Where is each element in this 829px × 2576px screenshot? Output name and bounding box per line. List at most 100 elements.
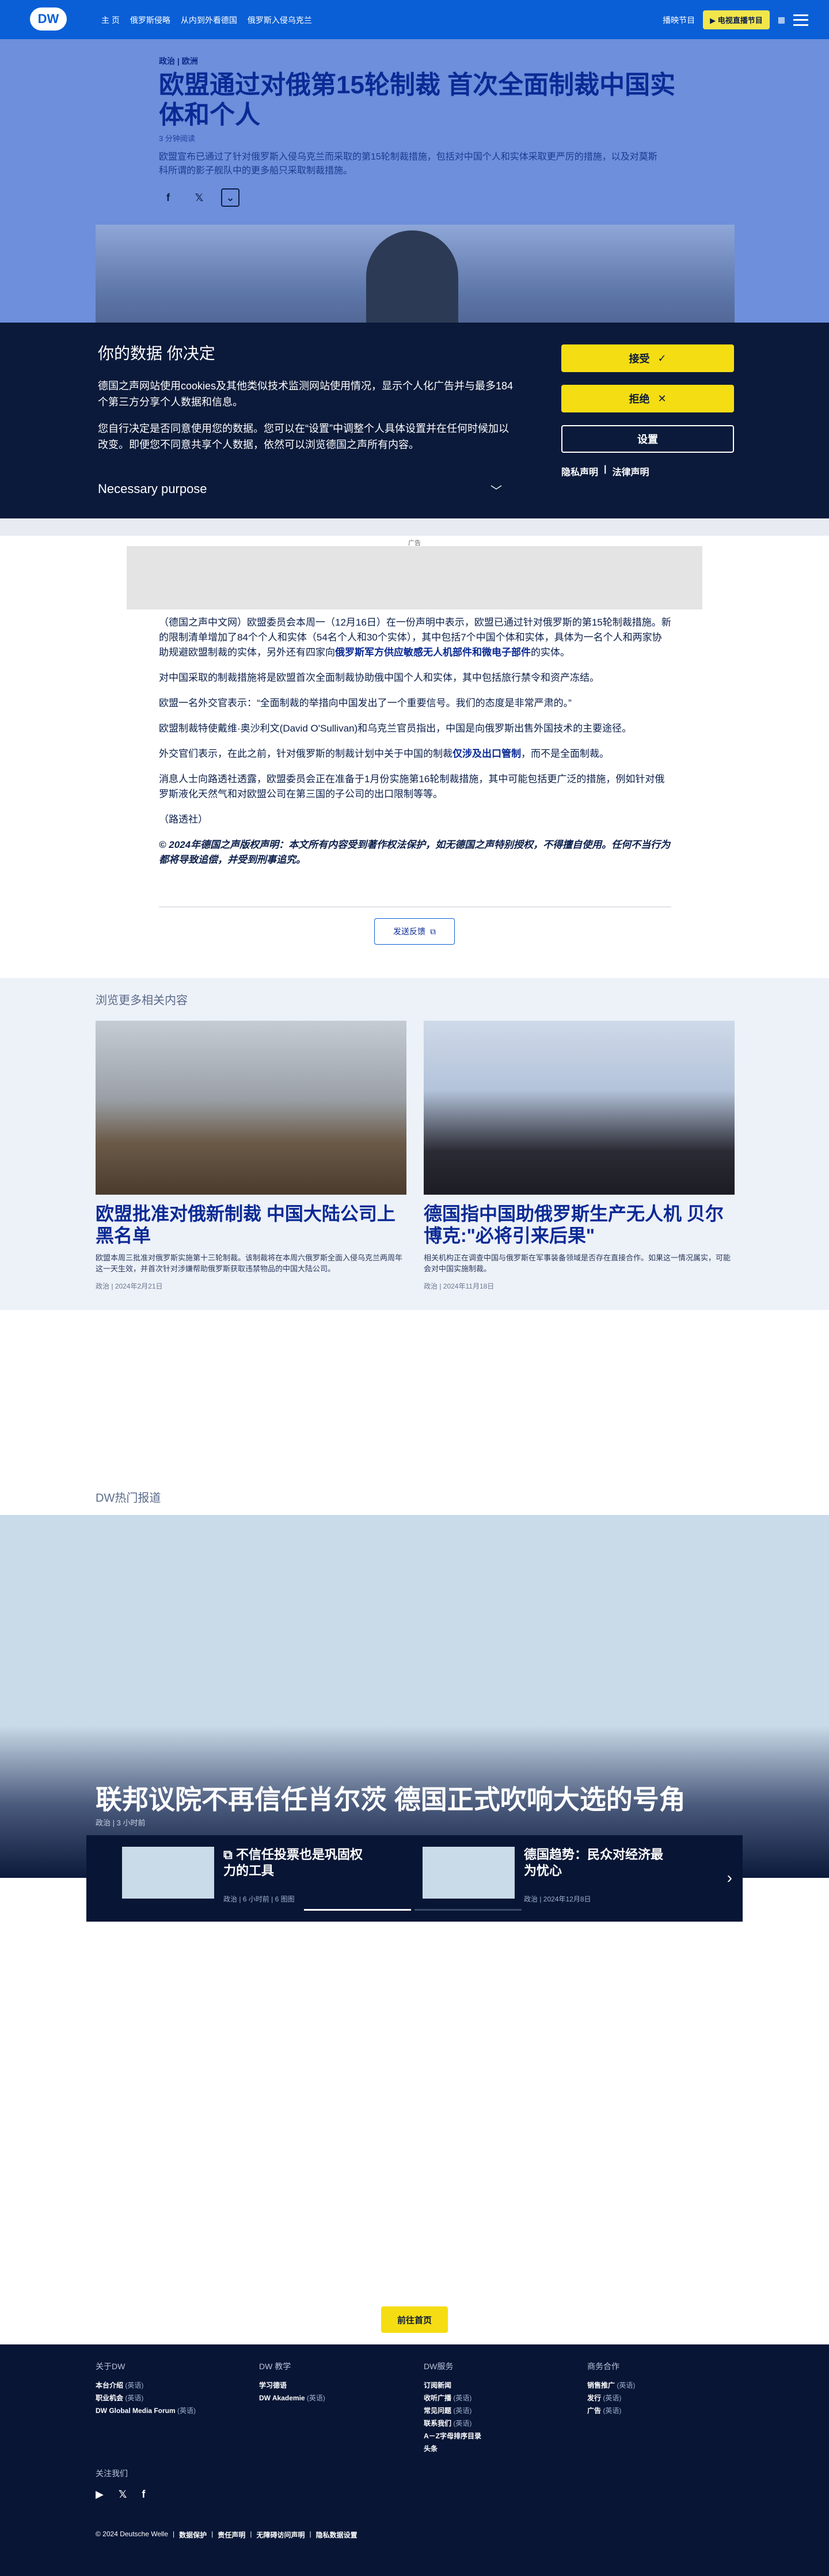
youtube-icon[interactable]: ▶ <box>96 2488 104 2501</box>
footer-column-title: DW 教学 <box>259 2362 291 2371</box>
article-body: （德国之声中文网）欧盟委员会本周一（12月16日）在一份声明中表示，欧盟已通过针… <box>159 615 671 878</box>
nav-link-germany[interactable]: 从内到外看德国 <box>181 14 237 26</box>
footer-link[interactable]: 订阅新闻 <box>424 2379 573 2392</box>
settings-button[interactable]: 设置 <box>561 425 734 453</box>
paragraph: （德国之声中文网）欧盟委员会本周一（12月16日）在一份声明中表示，欧盟已通过针… <box>159 617 671 658</box>
footer-column: DW服务 订阅新闻 收听广播 (英语) 常见问题 (英语) 联系我们 (英语) … <box>424 2361 573 2455</box>
x-icon[interactable]: 𝕏 <box>190 188 208 207</box>
check-icon: ✓ <box>657 352 667 364</box>
footer: 关于DW 本台介绍 (英语) 职业机会 (英语) DW Global Media… <box>0 2344 829 2576</box>
footer-column-title: DW服务 <box>424 2362 454 2371</box>
privacy-settings-link[interactable]: 隐私数据设置 <box>316 2530 358 2540</box>
accept-label: 接受 <box>629 353 650 365</box>
footer-link[interactable]: DW Akademie (英语) <box>259 2392 409 2404</box>
hot-headline[interactable]: 联邦议院不再信任肖尔茨 德国正式吹响大选的号角 <box>96 1779 686 1817</box>
legal-links: © 2024 Deutsche Welle | 数据保护 | 责任声明 | 无障碍访问… <box>96 2530 358 2540</box>
footer-link[interactable]: 学习德语 <box>259 2379 409 2392</box>
paragraph: 外交官们表示，在此之前，针对俄罗斯的制裁计划中关于中国的制裁仅涉及出口管制，而不… <box>159 748 609 759</box>
article-kicker[interactable]: 政治 | 欧洲 <box>159 55 677 67</box>
footer-link[interactable]: 头条 <box>424 2442 573 2455</box>
nav-right: 播映节目 ▶ 电视直播节目 ▦ <box>663 10 808 29</box>
nav-link-ukraine[interactable]: 俄罗斯入侵乌克兰 <box>248 14 312 26</box>
article-dateline: 3 分钟阅读 <box>159 134 195 143</box>
cookie-links: 隐私声明 | 法律声明 <box>561 464 649 478</box>
footer-column: DW 教学 学习德语 DW Akademie (英语) <box>259 2361 409 2404</box>
footer-column: 关于DW 本台介绍 (英语) 职业机会 (英语) DW Global Media… <box>96 2361 245 2417</box>
reject-button[interactable]: 拒绝 ✕ <box>561 385 734 412</box>
legal-link[interactable]: 法律声明 <box>613 464 649 478</box>
related-card-meta: 政治 | 2024年2月21日 <box>96 1282 163 1290</box>
dw-logo[interactable]: DW <box>30 7 67 31</box>
nav-link-russia[interactable]: 俄罗斯侵略 <box>130 14 170 26</box>
footer-link[interactable]: 常见问题 (英语) <box>424 2404 573 2417</box>
article-lede: 欧盟宣布已通过了针对俄罗斯入侵乌克兰而采取的第15轮制裁措施，包括对中国个人和实… <box>159 152 657 176</box>
cookie-text-2: 您自行决定是否同意使用您的数据。您可以在“设置”中调整个人具体设置并在任何时候加… <box>98 423 509 450</box>
image-caption-strip <box>0 518 829 536</box>
hamburger-menu-icon[interactable] <box>793 14 808 26</box>
x-icon[interactable]: 𝕏 <box>119 2488 127 2501</box>
cookie-consent-banner: 你的数据 你决定 德国之声网站使用cookies及其他类似技术监测网站使用情况，… <box>0 323 829 518</box>
article-header: 政治 | 欧洲 欧盟通过对俄第15轮制裁 首次全面制裁中国实体和个人 3 分钟阅… <box>0 39 829 340</box>
gallery-icon: ⧉ <box>223 1847 236 1862</box>
chevron-down-icon[interactable]: ⌄ <box>221 188 239 207</box>
footer-link[interactable]: 广告 (英语) <box>587 2404 737 2417</box>
related-card-image[interactable] <box>96 1021 406 1195</box>
nav-links: 主 页 俄罗斯侵略 从内到外看德国 俄罗斯入侵乌克兰 <box>101 14 312 26</box>
paragraph: 对中国采取的制裁措施将是欧盟首次全面制裁协助俄中国个人和实体，其中包括旅行禁令和… <box>159 672 599 683</box>
related-card-image[interactable] <box>424 1021 735 1195</box>
necessary-purpose-toggle[interactable]: Necessary purpose <box>98 482 207 497</box>
related-card-desc: 相关机构正在调查中国与俄罗斯在军事装备领域是否存在直接合作。如果这一情况属实，可… <box>424 1253 731 1273</box>
carousel-item[interactable]: 德国趋势：民众对经济最为忧心 政治 | 2024年12月8日 <box>423 1847 664 1904</box>
carousel-dot[interactable] <box>304 1909 411 1911</box>
footer-link[interactable]: 收听广播 (英语) <box>424 2392 573 2404</box>
privacy-link[interactable]: 数据保护 <box>179 2530 207 2540</box>
article-headline: 欧盟通过对俄第15轮制裁 首次全面制裁中国实体和个人 <box>159 71 676 129</box>
reject-label: 拒绝 <box>629 393 650 405</box>
carousel-dot[interactable] <box>414 1909 522 1911</box>
footer-link[interactable]: A－Z字母排序目录 <box>424 2430 573 2442</box>
carousel-item-meta: 政治 | 6 小时前 | 6 图图 <box>223 1895 295 1903</box>
link-separator: | <box>604 464 607 474</box>
footer-link[interactable]: 本台介绍 (英语) <box>96 2379 245 2392</box>
feedback-button[interactable]: 发送反馈 ⧉ <box>374 918 455 945</box>
live-tv-button[interactable]: ▶ 电视直播节目 <box>703 10 770 29</box>
carousel-item-title[interactable]: ⧉ 不信任投票也是巩固权力的工具 <box>223 1847 373 1879</box>
facebook-icon[interactable]: f <box>142 2488 145 2501</box>
footer-column: 商务合作 销售推广 (英语) 发行 (英语) 广告 (英语) <box>587 2361 737 2417</box>
chevron-down-icon[interactable]: ﹀ <box>490 482 502 498</box>
grid-icon[interactable]: ▦ <box>778 15 785 25</box>
privacy-link[interactable]: 隐私声明 <box>561 464 598 478</box>
disclaimer-link[interactable]: 责任声明 <box>218 2530 245 2540</box>
top-navigation: DW 主 页 俄罗斯侵略 从内到外看德国 俄罗斯入侵乌克兰 播映节目 ▶ 电视直… <box>0 0 829 39</box>
related-card[interactable]: 德国指中国助俄罗斯生产无人机 贝尔博克:"必将引来后果" 相关机构正在调查中国与… <box>424 1021 735 1291</box>
nav-link-home[interactable]: 主 页 <box>101 14 120 26</box>
footer-link[interactable]: 职业机会 (英语) <box>96 2392 245 2404</box>
related-section: 浏览更多相关内容 欧盟批准对俄新制裁 中国大陆公司上黑名单 欧盟本周三批准对俄罗… <box>0 978 829 1310</box>
carousel-item-title[interactable]: 德国趋势：民众对经济最为忧心 <box>524 1847 674 1879</box>
footer-column-title: 关于DW <box>96 2362 126 2371</box>
inline-link[interactable]: 俄罗斯军方供应敏感无人机部件和微电子部件 <box>335 647 531 658</box>
back-to-home-button[interactable]: 前往首页 <box>381 2306 448 2333</box>
related-card[interactable]: 欧盟批准对俄新制裁 中国大陆公司上黑名单 欧盟本周三批准对俄罗斯实施第十三轮制裁… <box>96 1021 406 1291</box>
footer-link[interactable]: 发行 (英语) <box>587 2392 737 2404</box>
tv-program-link[interactable]: 播映节目 <box>663 14 695 26</box>
carousel-thumb[interactable] <box>122 1847 214 1899</box>
related-title: 浏览更多相关内容 <box>96 994 188 1007</box>
facebook-icon[interactable]: f <box>159 188 177 207</box>
share-bar: f 𝕏 ⌄ <box>159 188 677 207</box>
hot-hero[interactable]: 联邦议院不再信任肖尔茨 德国正式吹响大选的号角 政治 | 3 小时前 <box>0 1515 829 1878</box>
feedback-label: 发送反馈 <box>393 927 425 936</box>
related-card-title[interactable]: 欧盟批准对俄新制裁 中国大陆公司上黑名单 <box>96 1203 406 1247</box>
close-icon: ✕ <box>657 392 667 404</box>
chevron-right-icon[interactable]: › <box>727 1869 732 1887</box>
inline-link[interactable]: 仅涉及出口管制 <box>452 748 521 759</box>
related-card-title[interactable]: 德国指中国助俄罗斯生产无人机 贝尔博克:"必将引来后果" <box>424 1203 735 1247</box>
carousel-item[interactable]: ⧉ 不信任投票也是巩固权力的工具 政治 | 6 小时前 | 6 图图 <box>122 1847 364 1904</box>
footer-link[interactable]: DW Global Media Forum (英语) <box>96 2404 245 2417</box>
ad-slot[interactable] <box>127 546 702 609</box>
accept-button[interactable]: 接受 ✓ <box>561 344 734 372</box>
accessibility-link[interactable]: 无障碍访问声明 <box>256 2530 305 2540</box>
footer-link[interactable]: 联系我们 (英语) <box>424 2417 573 2430</box>
carousel-thumb[interactable] <box>423 1847 515 1899</box>
footer-link[interactable]: 销售推广 (英语) <box>587 2379 737 2392</box>
